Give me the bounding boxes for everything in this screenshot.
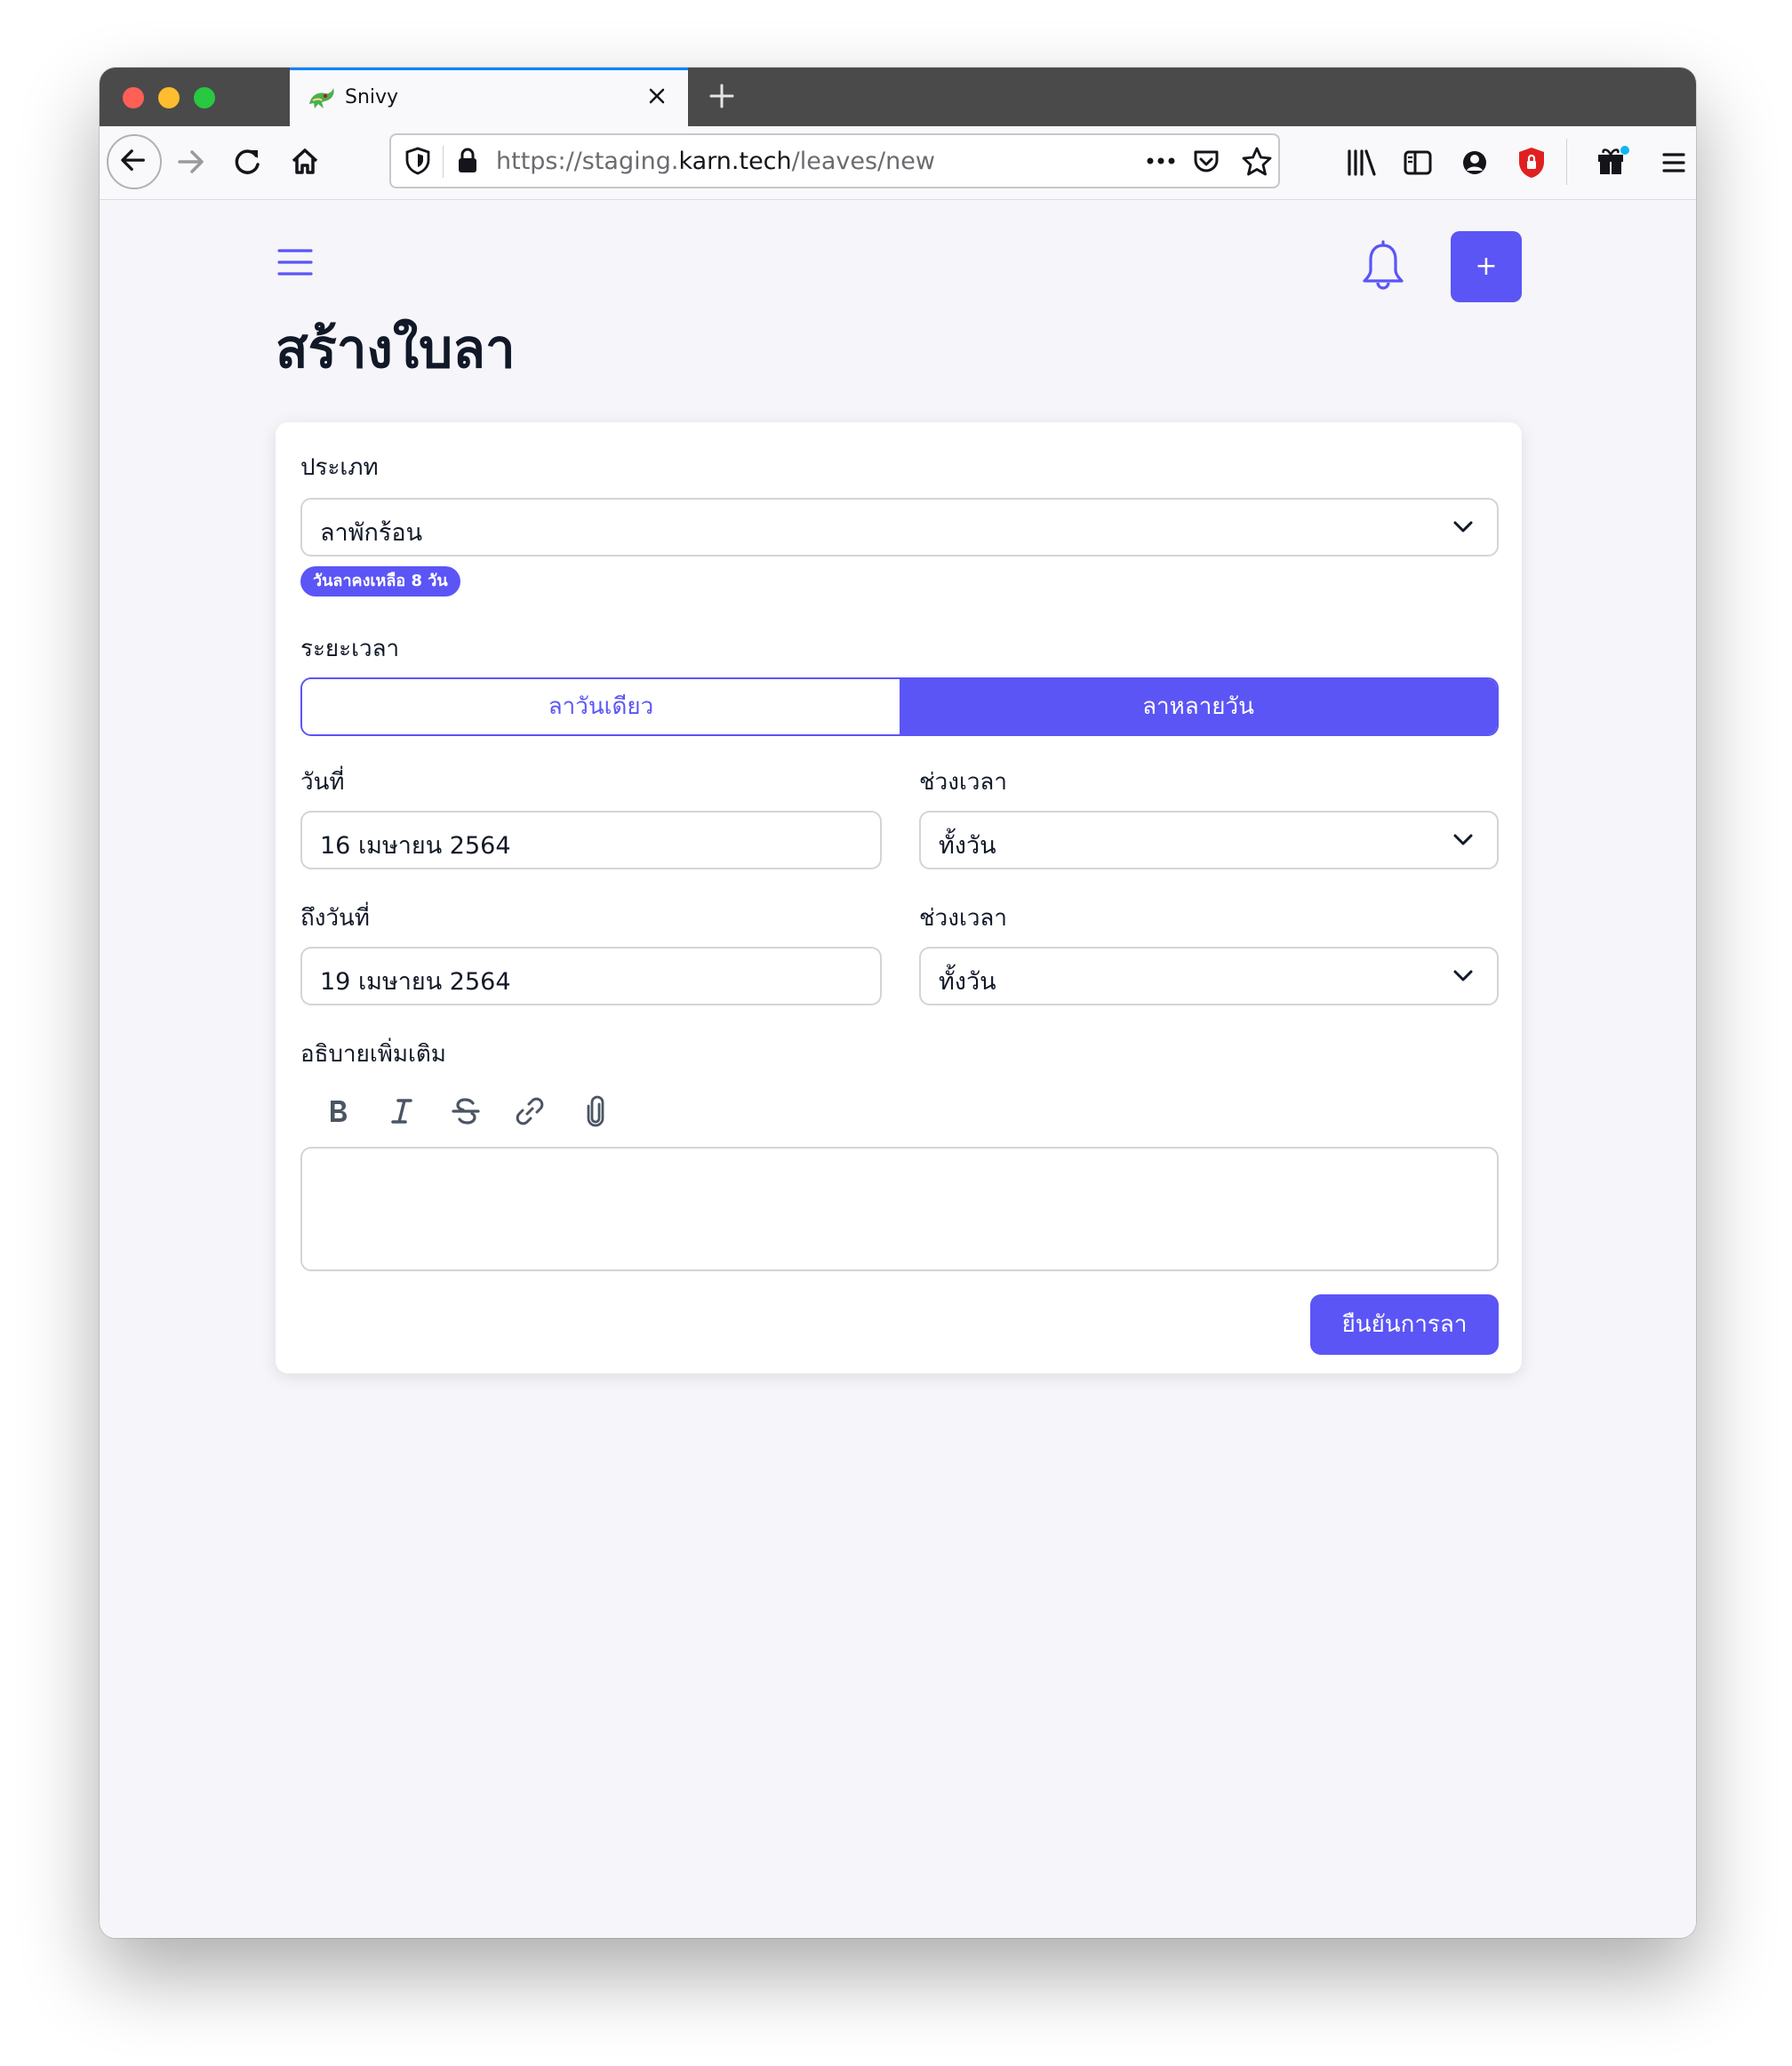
bookmark-star-icon[interactable] (1241, 146, 1273, 178)
url-path: /leaves/new (791, 148, 935, 175)
leave-form-card: ประเภท ลาพักร้อน วันลาคงเหลือ 8 วัน ระยะ… (276, 422, 1522, 1373)
page-title: สร้างใบลา (276, 318, 516, 380)
library-icon[interactable] (1346, 148, 1378, 178)
italic-icon[interactable] (384, 1093, 420, 1129)
extensions-icon[interactable] (1595, 144, 1630, 180)
duration-toggle: ลาวันเดียว ลาหลายวัน (300, 677, 1499, 736)
start-period-value: ทั้งวัน (939, 832, 996, 860)
strikethrough-icon[interactable] (448, 1093, 484, 1129)
arrow-left-icon (121, 149, 145, 172)
start-date-value: 16 เมษายน 2564 (320, 832, 511, 860)
address-bar[interactable]: https://staging.karn.tech/leaves/new (389, 133, 1280, 188)
navigation-bar: https://staging.karn.tech/leaves/new (100, 126, 1696, 200)
start-date-label: วันที่ (300, 769, 345, 796)
start-date-input[interactable]: 16 เมษายน 2564 (300, 811, 882, 869)
chevron-down-icon (1453, 521, 1473, 533)
leave-type-select[interactable]: ลาพักร้อน (300, 498, 1499, 557)
end-date-value: 19 เมษายน 2564 (320, 968, 511, 996)
end-period-label: ช่วงเวลา (919, 905, 1007, 932)
chevron-down-icon (1453, 834, 1473, 845)
url-host: karn.tech (678, 148, 792, 175)
notification-bell-icon[interactable] (1360, 240, 1406, 293)
browser-window: Snivy https://staging.karn.tech/leaves/n… (100, 68, 1696, 1938)
multi-day-option[interactable]: ลาหลายวัน (900, 679, 1497, 734)
start-period-label: ช่วงเวลา (919, 769, 1007, 796)
zoom-window-button[interactable] (194, 87, 215, 108)
forward-button[interactable] (164, 134, 219, 189)
description-label: อธิบายเพิ่มเติม (300, 1041, 446, 1068)
end-period-value: ทั้งวัน (939, 968, 996, 996)
start-period-select[interactable]: ทั้งวัน (919, 811, 1499, 869)
url-text[interactable]: https://staging.karn.tech/leaves/new (496, 148, 935, 175)
paperclip-icon[interactable] (578, 1093, 613, 1129)
end-date-input[interactable]: 19 เมษายน 2564 (300, 947, 882, 1005)
bold-icon[interactable] (320, 1093, 356, 1129)
close-tab-icon[interactable] (644, 83, 670, 109)
link-icon[interactable] (512, 1093, 548, 1129)
sidebar-icon[interactable] (1403, 148, 1433, 178)
url-prefix: https://staging. (496, 148, 679, 175)
pocket-icon[interactable] (1191, 147, 1221, 177)
end-period-select[interactable]: ทั้งวัน (919, 947, 1499, 1005)
tab-title: Snivy (345, 86, 399, 108)
tracking-shield-icon[interactable] (404, 146, 432, 176)
app-menu-icon[interactable] (1659, 148, 1689, 178)
minimize-window-button[interactable] (158, 87, 180, 108)
toolbar-divider (1566, 139, 1567, 185)
url-separator (443, 146, 444, 178)
more-actions-icon[interactable] (1145, 155, 1177, 167)
back-button[interactable] (107, 134, 162, 189)
chevron-down-icon (1453, 970, 1473, 981)
remaining-days-badge: วันลาคงเหลือ 8 วัน (300, 566, 460, 597)
close-window-button[interactable] (123, 87, 144, 108)
leave-type-value: ลาพักร้อน (320, 519, 423, 547)
menu-hamburger-icon[interactable] (277, 247, 313, 277)
tab-bar: Snivy (100, 68, 1696, 126)
type-label: ประเภท (300, 454, 379, 481)
home-button[interactable] (277, 134, 332, 189)
ublock-shield-icon[interactable] (1516, 146, 1547, 180)
page-content: + สร้างใบลา ประเภท ลาพักร้อน วันลาคงเหลื… (100, 200, 1696, 1938)
single-day-option[interactable]: ลาวันเดียว (302, 679, 900, 734)
duration-label: ระยะเวลา (300, 636, 400, 662)
new-tab-icon[interactable] (704, 78, 740, 114)
add-leave-button[interactable]: + (1451, 231, 1522, 302)
reload-button[interactable] (220, 134, 276, 189)
snivy-favicon-icon (309, 88, 334, 108)
description-textarea[interactable] (300, 1147, 1499, 1271)
account-icon[interactable] (1460, 148, 1490, 178)
lock-icon[interactable] (455, 146, 480, 176)
end-date-label: ถึงวันที่ (300, 905, 370, 932)
browser-tab[interactable]: Snivy (290, 68, 688, 126)
submit-leave-button[interactable]: ยืนยันการลา (1310, 1294, 1499, 1355)
